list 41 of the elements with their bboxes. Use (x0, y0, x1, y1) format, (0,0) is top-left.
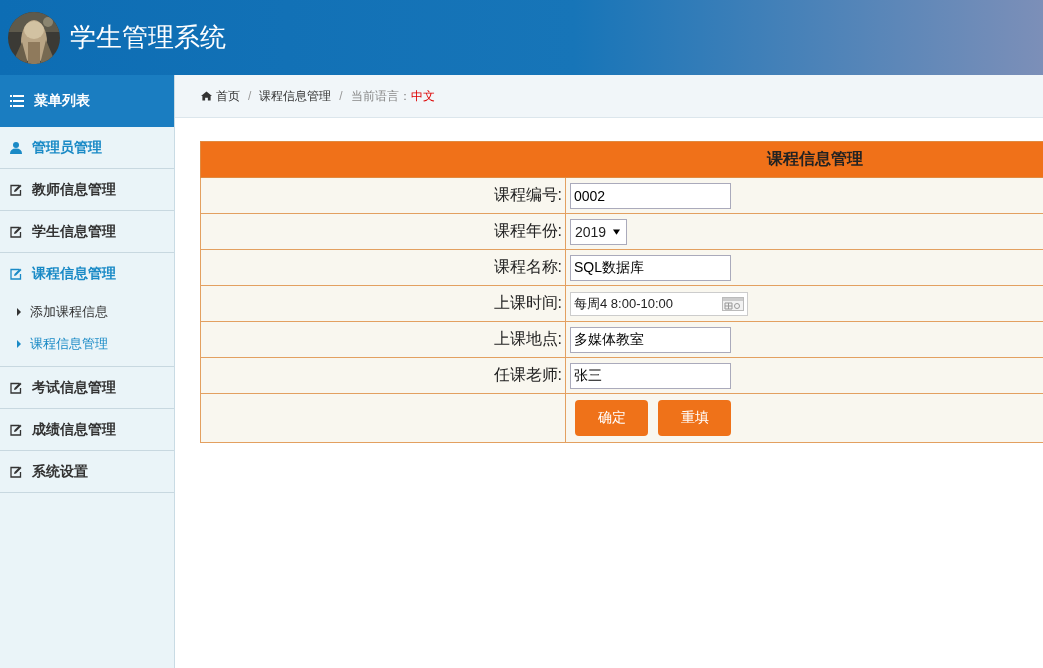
input-field[interactable]: 张三 (570, 362, 731, 389)
breadcrumb-link[interactable]: 课程信息管理 (259, 87, 332, 105)
year-dropdown[interactable]: 2019 (570, 218, 627, 245)
dropdown-arrow-icon (613, 228, 620, 235)
edit-icon (10, 267, 22, 280)
menu-item[interactable]: 系统设置 (0, 451, 174, 492)
field-label: 课程名称: (200, 249, 566, 286)
edit-icon (10, 225, 22, 238)
input-field[interactable]: 0002 (570, 182, 731, 209)
date-time-field[interactable]: 每周4 8:00-10:00 (570, 291, 748, 316)
menu-item[interactable]: 学生信息管理 (0, 211, 174, 252)
edit-icon (10, 183, 22, 196)
calendar-icon (722, 296, 744, 311)
edit-icon (10, 423, 22, 436)
menu-item[interactable]: 教师信息管理 (0, 169, 174, 210)
submenu-item[interactable]: 课程信息管理 (0, 328, 174, 360)
user-icon (10, 141, 22, 154)
home-icon (201, 91, 212, 101)
field-label: 上课时间: (200, 285, 566, 322)
menu-item[interactable]: 考试信息管理 (0, 367, 174, 408)
form-title: 课程信息管理 (200, 141, 1043, 178)
field-label: 课程编号: (200, 177, 566, 214)
edit-icon (10, 465, 22, 478)
caret-icon (17, 340, 21, 348)
field-label: 课程年份: (200, 213, 566, 250)
caret-icon (17, 308, 21, 316)
app-title: 学生管理系统 (70, 21, 226, 54)
breadcrumb-separator: / (248, 89, 252, 103)
breadcrumb-separator: / (339, 89, 343, 103)
menu-title: 菜单列表 (34, 92, 90, 110)
field-label: 上课地点: (200, 321, 566, 358)
input-field[interactable]: SQL数据库 (570, 254, 731, 281)
language-value: 中文 (410, 87, 435, 105)
language-label: 当前语言： (350, 87, 411, 105)
menu-item[interactable]: 成绩信息管理 (0, 409, 174, 450)
input-field[interactable]: 多媒体教室 (570, 326, 731, 353)
edit-icon (10, 381, 22, 394)
breadcrumb-link[interactable]: 首页 (201, 87, 240, 105)
submenu-item[interactable]: 添加课程信息 (0, 296, 174, 328)
field-label: 任课老师: (200, 357, 566, 394)
menu-icon (10, 95, 24, 107)
